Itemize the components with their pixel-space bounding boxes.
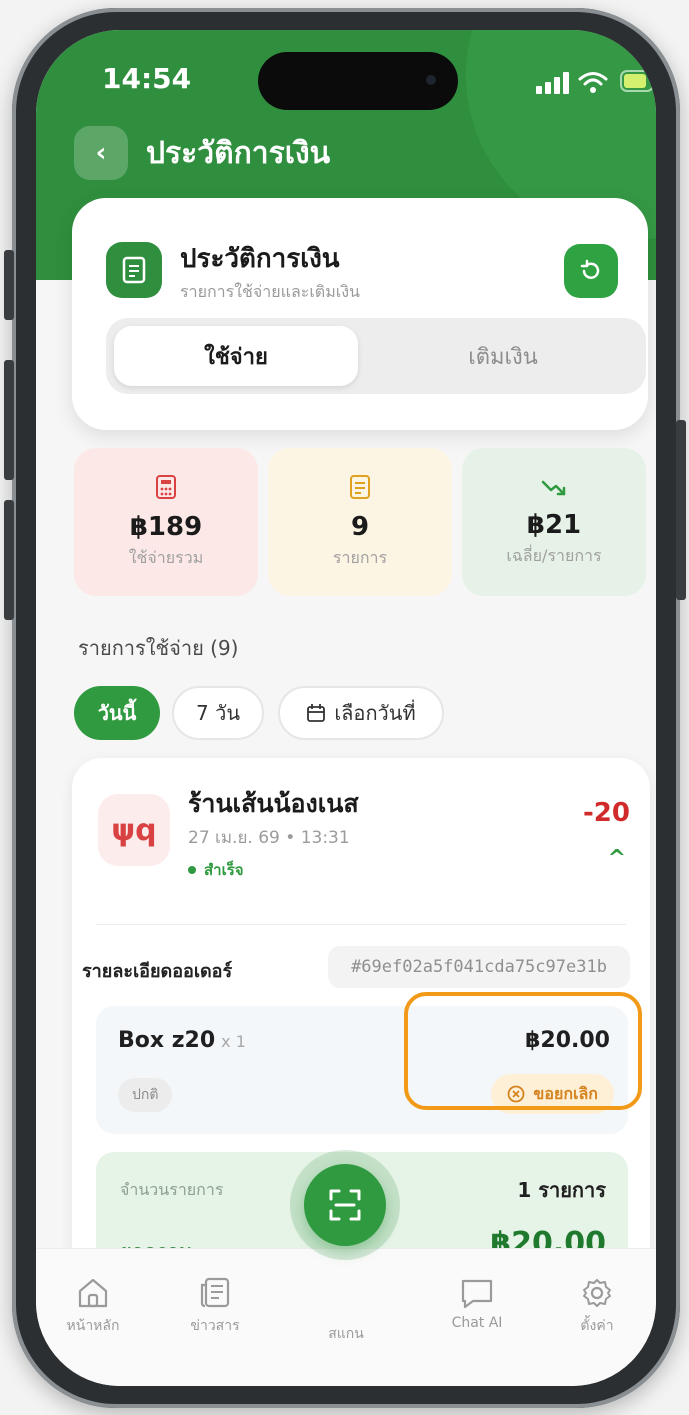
highlight-box	[404, 992, 642, 1110]
filter-pick-date[interactable]: เลือกวันที่	[278, 686, 444, 740]
type-segmented-control: ใช้จ่าย เติมเงิน	[106, 318, 646, 394]
battery-icon	[620, 70, 654, 92]
scan-icon	[329, 1189, 361, 1221]
stat-value: 9	[350, 511, 370, 542]
stat-value: ฿21	[526, 509, 582, 540]
gear-icon	[583, 1279, 611, 1307]
filter-today[interactable]: วันนี้	[74, 686, 160, 740]
history-card: ประวัติการเงิน รายการใช้จ่ายและเติมเงิน …	[72, 198, 648, 430]
order-detail-label: รายละเอียดออเดอร์	[82, 961, 233, 982]
utensils-icon: ψq	[98, 794, 170, 866]
document-icon	[106, 242, 162, 298]
stat-total-spent: ฿189 ใช้จ่ายรวม	[74, 448, 258, 596]
nav-home[interactable]: หน้าหลัก	[38, 1277, 148, 1337]
section-title: รายการใช้จ่าย (9)	[78, 636, 239, 660]
status-badge: สำเร็จ	[188, 858, 244, 882]
nav-scan[interactable]: สแกน	[291, 1323, 401, 1345]
nav-news[interactable]: ข่าวสาร	[160, 1277, 270, 1337]
mute-switch	[4, 250, 14, 320]
phone-screen: 14:54 ‹ ประวัติการเงิน ประวัติการเงิน รา…	[36, 30, 656, 1386]
tab-spending[interactable]: ใช้จ่าย	[114, 326, 358, 386]
item-quantity: x 1	[221, 1032, 246, 1051]
power-button	[676, 420, 686, 600]
filter-7-days[interactable]: 7 วัน	[172, 686, 264, 740]
news-icon	[200, 1277, 230, 1308]
volume-down-button	[4, 500, 14, 620]
nav-news-label: ข่าวสาร	[190, 1318, 240, 1334]
item-count-value: 1 รายการ	[517, 1178, 606, 1202]
stat-value: ฿189	[129, 511, 203, 542]
calculator-icon	[155, 474, 177, 506]
stat-average: ฿21 เฉลี่ย/รายการ	[462, 448, 646, 596]
page-title: ประวัติการเงิน	[146, 136, 331, 171]
nav-settings-label: ตั้งค่า	[580, 1318, 614, 1334]
bottom-nav: หน้าหลัก ข่าวสาร สแกน Chat AI ตั้งค่า	[36, 1248, 656, 1386]
stat-label: ใช้จ่ายรวม	[128, 547, 204, 567]
filter-pick-date-label: เลือกวันที่	[334, 701, 416, 725]
stat-label: รายการ	[332, 547, 388, 567]
volume-up-button	[4, 360, 14, 480]
item-tag: ปกติ	[118, 1078, 173, 1112]
camera-dot	[426, 75, 436, 85]
order-date: 27 เม.ย. 69 • 13:31	[188, 828, 350, 848]
item-name: Box z20 x 1	[118, 1028, 246, 1053]
nav-chat-ai-label: Chat AI	[451, 1315, 503, 1331]
receipt-icon	[349, 474, 371, 506]
nav-scan-label: สแกน	[328, 1326, 364, 1342]
item-count-label: จำนวนรายการ	[120, 1180, 224, 1199]
order-id: #69ef02a5f041cda75c97e31b	[328, 946, 630, 988]
status-label: สำเร็จ	[204, 861, 244, 879]
shop-name: ร้านเส้นน้องเนส	[188, 789, 359, 818]
wifi-icon	[578, 72, 608, 93]
stat-label: เฉลี่ย/รายการ	[506, 545, 602, 565]
back-button[interactable]: ‹	[74, 126, 128, 180]
nav-settings[interactable]: ตั้งค่า	[542, 1277, 652, 1337]
nav-chat-ai[interactable]: Chat AI	[422, 1277, 532, 1331]
chevron-left-icon: ‹	[95, 138, 107, 168]
chevron-up-icon[interactable]: ^	[608, 846, 626, 871]
status-dot	[188, 866, 196, 874]
home-icon	[78, 1278, 108, 1308]
refresh-icon	[580, 259, 600, 279]
nav-home-label: หน้าหลัก	[66, 1318, 120, 1334]
chat-icon	[461, 1279, 493, 1309]
card-title: ประวัติการเงิน	[180, 244, 340, 274]
card-subtitle: รายการใช้จ่ายและเติมเงิน	[180, 282, 360, 301]
divider	[96, 924, 626, 925]
tab-topup[interactable]: เติมเงิน	[368, 326, 638, 386]
calendar-icon	[307, 704, 326, 722]
status-time: 14:54	[102, 62, 192, 95]
item-name-text: Box z20	[118, 1028, 216, 1053]
signal-icon	[536, 72, 570, 94]
scan-button[interactable]	[304, 1164, 386, 1246]
trend-down-icon	[541, 476, 567, 504]
refresh-button[interactable]	[564, 244, 618, 298]
stat-count: 9 รายการ	[268, 448, 452, 596]
order-amount: -20	[583, 798, 630, 828]
